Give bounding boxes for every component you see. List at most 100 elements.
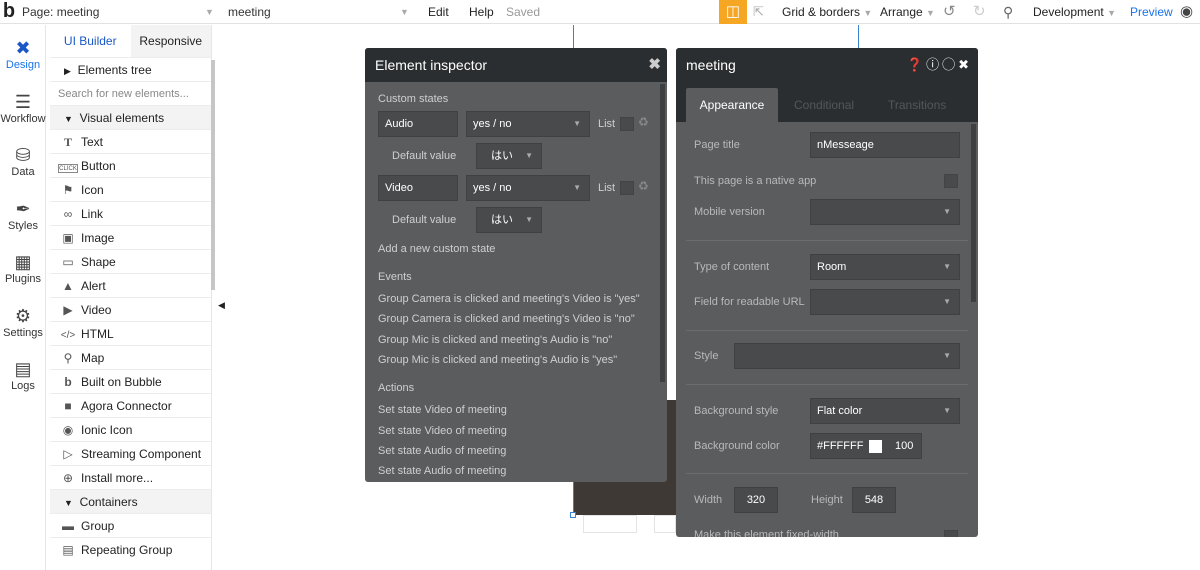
- event-link[interactable]: Group Mic is clicked and meeting's Audio…: [378, 354, 617, 366]
- palette-item-built-on-bubble[interactable]: b Built on Bubble: [50, 369, 211, 393]
- visual-elements-label: Visual elements: [79, 111, 165, 125]
- canvas-element[interactable]: [654, 515, 676, 533]
- action-link[interactable]: Set state Video of meeting: [378, 404, 507, 416]
- arrange-label: Arrange: [880, 5, 923, 19]
- state-name-field[interactable]: Audio: [378, 111, 458, 137]
- action-link[interactable]: Set state Video of meeting: [378, 425, 507, 437]
- style-dropdown[interactable]: ▼: [734, 343, 960, 369]
- palette-item-icon[interactable]: ⚑ Icon: [50, 177, 211, 201]
- default-value-dropdown[interactable]: はい ▼: [476, 207, 542, 233]
- nav-styles[interactable]: ✒ Styles: [0, 198, 46, 232]
- help-menu[interactable]: Help: [469, 0, 494, 24]
- nav-settings[interactable]: ⚙ Settings: [0, 305, 46, 339]
- action-link[interactable]: Set state Audio of meeting: [378, 465, 506, 477]
- undo-icon[interactable]: ↺: [943, 0, 956, 24]
- height-input[interactable]: 548: [852, 487, 896, 513]
- cursor-icon[interactable]: ⇱: [753, 0, 764, 24]
- state-name-field[interactable]: Video: [378, 175, 458, 201]
- bg-color-input[interactable]: #FFFFFF 100: [810, 433, 922, 459]
- preview-button[interactable]: Preview: [1130, 0, 1173, 24]
- divider: [686, 240, 968, 241]
- tab-conditional[interactable]: Conditional: [794, 88, 854, 122]
- development-menu[interactable]: Development ▼: [1033, 0, 1116, 24]
- palette-item-text[interactable]: T Text: [50, 129, 211, 153]
- redo-icon[interactable]: ↻: [973, 0, 986, 24]
- event-link[interactable]: Group Camera is clicked and meeting's Vi…: [378, 293, 640, 305]
- palette-item-shape[interactable]: ▭ Shape: [50, 249, 211, 273]
- list-checkbox[interactable]: [620, 117, 634, 131]
- action-link[interactable]: Set state Audio of meeting: [378, 445, 506, 457]
- palette-item-ionic-icon[interactable]: ◉ Ionic Icon: [50, 417, 211, 441]
- element-search-input[interactable]: Search for new elements...: [50, 81, 211, 105]
- readable-url-dropdown[interactable]: ▼: [810, 289, 960, 315]
- palette-item-agora[interactable]: ■ Agora Connector: [50, 393, 211, 417]
- mobile-version-dropdown[interactable]: ▼: [810, 199, 960, 225]
- visual-elements-header[interactable]: ▼ Visual elements: [50, 105, 211, 129]
- collapse-panel-icon[interactable]: ◀: [218, 300, 225, 311]
- trash-icon[interactable]: ♻: [638, 179, 649, 193]
- top-toolbar: b Page: meeting ▼ meeting ▼ Edit Help Sa…: [0, 0, 1200, 24]
- element-selector[interactable]: meeting ▼: [228, 0, 414, 24]
- palette-item-alert[interactable]: ▲ Alert: [50, 273, 211, 297]
- search-icon[interactable]: ⚲: [1003, 0, 1013, 24]
- palette-item-map[interactable]: ⚲ Map: [50, 345, 211, 369]
- shape-icon: ▭: [62, 255, 74, 269]
- palette-item-video[interactable]: ▶ Video: [50, 297, 211, 321]
- type-content-dropdown[interactable]: Room ▼: [810, 254, 960, 280]
- palette-item-streaming[interactable]: ▷ Streaming Component: [50, 441, 211, 465]
- page-prefix: Page:: [22, 5, 54, 19]
- tab-appearance[interactable]: Appearance: [686, 88, 778, 122]
- palette-item-button[interactable]: CLICK Button: [50, 153, 211, 177]
- property-scrollbar[interactable]: [971, 124, 976, 302]
- nav-logs[interactable]: ▤ Logs: [0, 358, 46, 392]
- close-icon[interactable]: ✖: [648, 48, 661, 82]
- elements-tree-toggle[interactable]: ▶ Elements tree: [50, 57, 211, 81]
- account-icon[interactable]: ◉: [1180, 0, 1193, 24]
- palette-item-repeating-group[interactable]: ▤ Repeating Group: [50, 537, 211, 561]
- event-link[interactable]: Group Camera is clicked and meeting's Vi…: [378, 313, 635, 325]
- close-icon[interactable]: ✖: [958, 57, 972, 72]
- nav-plugins[interactable]: ▦ Plugins: [0, 251, 46, 285]
- palette-item-image[interactable]: ▣ Image: [50, 225, 211, 249]
- palette-scrollbar[interactable]: [211, 60, 215, 290]
- fixed-width-checkbox[interactable]: [944, 530, 958, 537]
- arrange-menu[interactable]: Arrange ▼: [880, 0, 935, 24]
- grid-borders-menu[interactable]: Grid & borders ▼: [782, 0, 872, 24]
- help-icon[interactable]: ❓: [907, 57, 926, 72]
- tab-responsive[interactable]: Responsive: [130, 25, 211, 57]
- page-title-input[interactable]: nMesseage: [810, 132, 960, 158]
- resize-handle[interactable]: [570, 512, 576, 518]
- state-type-dropdown[interactable]: yes / no ▼: [466, 111, 590, 137]
- item-label: Alert: [81, 279, 106, 293]
- palette-item-install-more[interactable]: ⊕ Install more...: [50, 465, 211, 489]
- design-icon: ✖: [15, 38, 31, 58]
- inspector-scrollbar[interactable]: [660, 84, 665, 382]
- nav-workflow[interactable]: ☰ Workflow: [0, 91, 46, 125]
- tab-transitions[interactable]: Transitions: [888, 88, 946, 122]
- color-swatch[interactable]: [869, 440, 882, 453]
- bg-style-dropdown[interactable]: Flat color ▼: [810, 398, 960, 424]
- nav-design[interactable]: ✖ Design: [0, 37, 46, 71]
- state-type-dropdown[interactable]: yes / no ▼: [466, 175, 590, 201]
- bg-color-value: #FFFFFF: [817, 440, 864, 452]
- bubble-logo[interactable]: b: [0, 0, 18, 24]
- nav-data[interactable]: ⛁ Data: [0, 144, 46, 178]
- palette-item-group[interactable]: ▬ Group: [50, 513, 211, 537]
- native-app-checkbox[interactable]: [944, 174, 958, 188]
- event-link[interactable]: Group Mic is clicked and meeting's Audio…: [378, 334, 612, 346]
- containers-header[interactable]: ▼ Containers: [50, 489, 211, 513]
- canvas-element[interactable]: [583, 515, 637, 533]
- list-checkbox[interactable]: [620, 181, 634, 195]
- edit-menu[interactable]: Edit: [428, 0, 449, 24]
- palette-item-html[interactable]: </> HTML: [50, 321, 211, 345]
- palette-item-link[interactable]: ∞ Link: [50, 201, 211, 225]
- tab-ui-builder[interactable]: UI Builder: [50, 25, 131, 57]
- info-icon[interactable]: ⓘ: [926, 57, 942, 72]
- gift-icon[interactable]: ◫: [719, 0, 747, 24]
- add-custom-state-link[interactable]: Add a new custom state: [378, 243, 495, 255]
- comment-icon[interactable]: ◯: [942, 57, 958, 72]
- default-value-dropdown[interactable]: はい ▼: [476, 143, 542, 169]
- trash-icon[interactable]: ♻: [638, 115, 649, 129]
- width-input[interactable]: 320: [734, 487, 778, 513]
- page-selector[interactable]: Page: meeting ▼: [22, 0, 218, 24]
